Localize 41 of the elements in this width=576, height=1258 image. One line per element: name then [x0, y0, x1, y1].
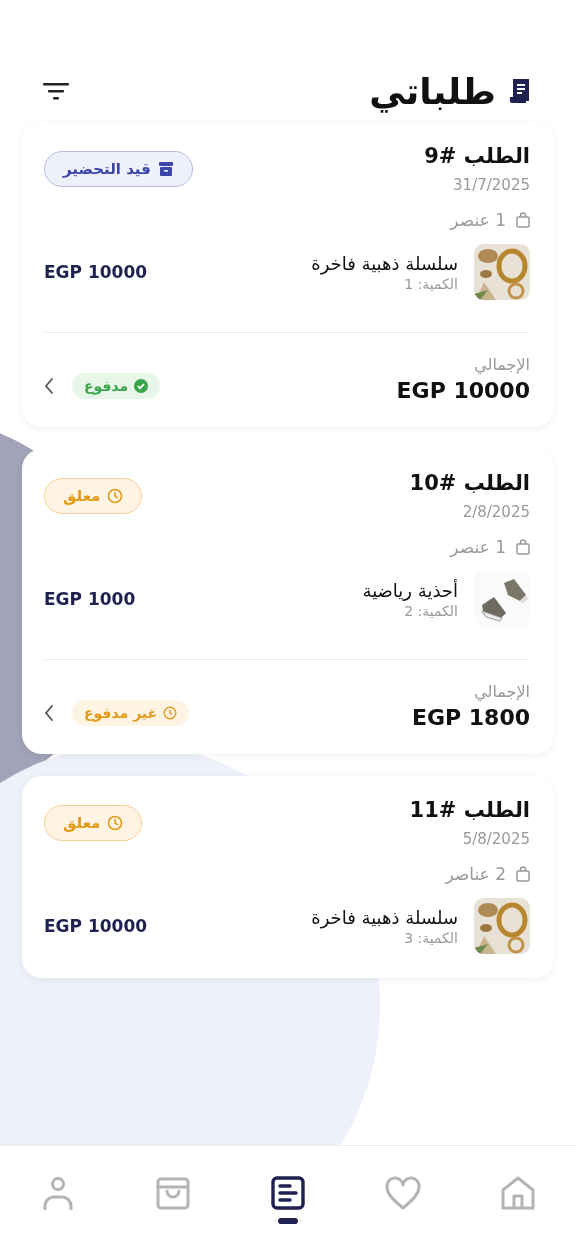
bag-icon [516, 212, 530, 228]
page-title: طلباتي [369, 70, 496, 112]
order-date: 2/8/2025 [461, 503, 530, 521]
total-label: الإجمالي [473, 355, 530, 374]
total-label: الإجمالي [473, 682, 530, 701]
clock-icon [163, 706, 178, 720]
product-price: EGP 1000 [44, 589, 136, 609]
status-badge: قيد التحضير [44, 151, 193, 187]
product-name: أحذية رياضية [361, 579, 458, 601]
status-badge: معلق [44, 805, 143, 841]
clock-icon [107, 815, 124, 831]
product-price: EGP 10000 [44, 916, 148, 936]
order-date: 31/7/2025 [452, 176, 530, 194]
check-circle-icon [134, 379, 149, 393]
order-date: 5/8/2025 [461, 830, 530, 848]
product-name: سلسلة ذهبية فاخرة [310, 906, 458, 928]
order-number: الطلب #11 [409, 798, 530, 822]
product-quantity: الكمية: 3 [403, 929, 458, 946]
payment-badge: مدفوع [72, 373, 161, 399]
item-count: 1 عنصر [450, 210, 506, 230]
document-icon[interactable] [269, 1176, 306, 1210]
item-count: 2 عناصر [445, 864, 506, 884]
total-amount: EGP 1800 [411, 705, 530, 730]
archive-icon [157, 161, 174, 177]
chevron-icon[interactable] [44, 704, 54, 722]
total-amount: EGP 10000 [396, 378, 530, 403]
bag-icon [516, 866, 530, 882]
product-quantity: الكمية: 2 [403, 602, 458, 619]
chevron-icon[interactable] [44, 377, 54, 395]
status-badge: معلق [44, 478, 143, 514]
filter-icon[interactable] [42, 81, 70, 101]
payment-badge: غير مدفوع [72, 700, 190, 726]
clock-icon [107, 488, 124, 504]
order-number: الطلب #10 [409, 471, 530, 495]
item-count: 1 عنصر [450, 537, 506, 557]
product-name: سلسلة ذهبية فاخرة [310, 252, 458, 274]
bag-icon [516, 539, 530, 555]
product-quantity: الكمية: 1 [403, 275, 458, 292]
active-indicator [277, 1218, 298, 1224]
product-price: EGP 10000 [44, 262, 148, 282]
order-number: الطلب #9 [424, 144, 530, 168]
